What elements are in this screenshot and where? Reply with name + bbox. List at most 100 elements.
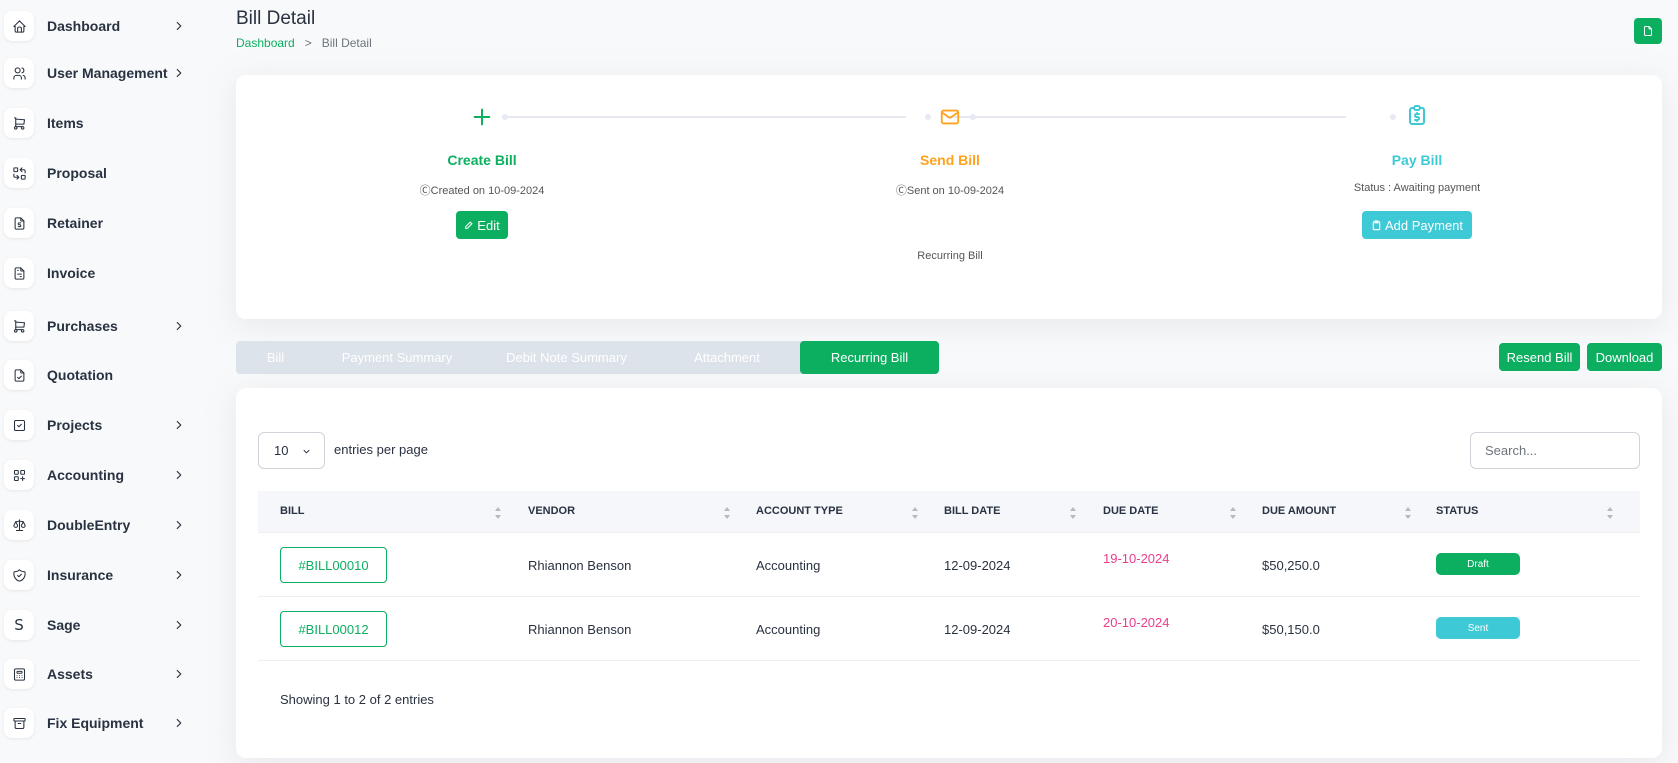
chevron-right-icon <box>172 319 186 333</box>
status-badge: Draft <box>1436 553 1520 575</box>
bill-tabs: Bill Payment Summary Debit Note Summary … <box>236 341 939 374</box>
sent-date: ⒸSent on 10-09-2024 <box>895 185 1005 197</box>
sidebar-item-assets[interactable]: Assets <box>0 654 200 694</box>
square-check-icon <box>4 410 34 440</box>
sidebar-item-accounting[interactable]: Accounting <box>0 455 200 495</box>
file-icon <box>1644 26 1652 36</box>
resend-bill-button[interactable]: Resend Bill <box>1499 343 1580 371</box>
sidebar-item-projects[interactable]: Projects <box>0 405 200 445</box>
due-amount-cell: $50,250.0 <box>1262 558 1320 573</box>
step-dot <box>970 114 976 120</box>
sidebar-item-fix-equipment[interactable]: Fix Equipment <box>0 703 200 743</box>
payment-status: Status : Awaiting payment <box>1353 182 1481 194</box>
sidebar-item-label: Purchases <box>47 318 118 334</box>
table-footer-info: Showing 1 to 2 of 2 entries <box>280 692 434 707</box>
sidebar-item-label: Quotation <box>47 367 114 383</box>
mail-icon <box>935 102 965 132</box>
add-payment-button[interactable]: Add Payment <box>1362 211 1472 239</box>
breadcrumb-dashboard-link[interactable]: Dashboard <box>236 36 295 50</box>
sidebar-item-invoice[interactable]: Invoice <box>0 253 200 293</box>
sort-icon[interactable] <box>1404 506 1412 520</box>
sort-icon[interactable] <box>911 506 919 520</box>
sidebar-item-label: Fix Equipment <box>47 715 144 731</box>
sidebar-item-quotation[interactable]: Quotation <box>0 355 200 395</box>
due-date-cell: 20-10-2024 <box>1103 615 1170 630</box>
chevron-right-icon <box>172 618 186 632</box>
bill-number-button[interactable]: #BILL00012 <box>280 611 387 647</box>
sidebar-item-purchases[interactable]: Purchases <box>0 306 200 346</box>
sidebar-item-label: DoubleEntry <box>47 517 131 533</box>
shield-check-icon <box>4 560 34 590</box>
sidebar: Dashboard User Management Items Proposal… <box>0 0 200 763</box>
sidebar-item-sage[interactable]: S Sage <box>0 605 200 645</box>
file-check-icon <box>4 360 34 390</box>
bill-date-cell: 12-09-2024 <box>944 622 1011 637</box>
calculator-icon <box>4 659 34 689</box>
step-dot <box>502 114 508 120</box>
account-type-cell: Accounting <box>756 622 821 637</box>
column-header-bill-date[interactable]: BILL DATE <box>944 505 1000 517</box>
sidebar-item-doubleentry[interactable]: DoubleEntry <box>0 505 200 545</box>
sidebar-item-user-management[interactable]: User Management <box>0 53 200 93</box>
chevron-right-icon <box>172 19 186 33</box>
add-payment-label: Add Payment <box>1384 217 1464 233</box>
column-header-vendor[interactable]: VENDOR <box>528 505 575 517</box>
step-dot <box>925 114 931 120</box>
column-header-bill[interactable]: BILL <box>280 505 304 517</box>
sidebar-item-proposal[interactable]: Proposal <box>0 153 200 193</box>
sidebar-item-label: Dashboard <box>47 18 121 34</box>
table-row: #BILL00010 Rhiannon Benson Accounting 12… <box>258 533 1640 597</box>
tab-recurring-bill[interactable]: Recurring Bill <box>800 341 939 374</box>
search-input[interactable] <box>1470 432 1640 469</box>
tab-bill[interactable]: Bill <box>236 341 315 374</box>
sidebar-item-label: Projects <box>47 417 103 433</box>
sidebar-item-items[interactable]: Items <box>0 103 200 143</box>
column-header-status[interactable]: STATUS <box>1436 505 1478 517</box>
sort-icon[interactable] <box>723 506 731 520</box>
file-dollar-icon <box>4 208 34 238</box>
bill-date-cell: 12-09-2024 <box>944 558 1011 573</box>
download-button[interactable]: Download <box>1587 343 1662 371</box>
column-header-due-date[interactable]: DUE DATE <box>1103 505 1158 517</box>
export-document-button[interactable] <box>1634 18 1662 44</box>
sidebar-item-retainer[interactable]: Retainer <box>0 203 200 243</box>
scale-icon <box>4 510 34 540</box>
sort-icon[interactable] <box>1229 506 1237 520</box>
sidebar-item-label: Assets <box>47 666 93 682</box>
entries-per-page-select[interactable]: 10 <box>258 432 325 469</box>
create-bill-title: Create Bill <box>447 152 517 168</box>
column-header-account-type[interactable]: ACCOUNT TYPE <box>756 505 843 517</box>
replace-icon <box>4 158 34 188</box>
recurring-bill-note: Recurring Bill <box>917 250 983 262</box>
chevron-right-icon <box>172 418 186 432</box>
page-title: Bill Detail <box>236 8 316 29</box>
chevron-right-icon <box>172 518 186 532</box>
report-money-icon <box>1372 219 1381 230</box>
entries-per-page-label: entries per page <box>334 442 428 457</box>
vendor-cell: Rhiannon Benson <box>528 622 632 637</box>
bill-number-button[interactable]: #BILL00010 <box>280 547 387 583</box>
due-amount-cell: $50,150.0 <box>1262 622 1320 637</box>
sidebar-item-insurance[interactable]: Insurance <box>0 555 200 595</box>
sort-icon[interactable] <box>494 506 502 520</box>
tab-payment-summary[interactable]: Payment Summary <box>315 341 479 374</box>
archive-icon <box>4 708 34 738</box>
sort-icon[interactable] <box>1069 506 1077 520</box>
entries-value: 10 <box>274 443 289 458</box>
sort-icon[interactable] <box>1606 506 1614 520</box>
cart-icon <box>4 108 34 138</box>
sidebar-item-dashboard[interactable]: Dashboard <box>0 6 200 46</box>
pay-bill-title: Pay Bill <box>1391 152 1443 168</box>
table-row: #BILL00012 Rhiannon Benson Accounting 12… <box>258 597 1640 661</box>
tab-debit-note-summary[interactable]: Debit Note Summary <box>479 341 654 374</box>
column-header-due-amount[interactable]: DUE AMOUNT <box>1262 505 1336 517</box>
edit-button[interactable]: Edit <box>456 211 508 239</box>
edit-button-label: Edit <box>477 217 500 233</box>
sidebar-item-label: Retainer <box>47 215 104 231</box>
tab-attachment[interactable]: Attachment <box>654 341 800 374</box>
sidebar-item-label: Items <box>47 115 84 131</box>
account-type-cell: Accounting <box>756 558 821 573</box>
step-connector <box>946 116 1346 118</box>
step-connector <box>506 116 906 118</box>
shopping-cart-icon <box>4 311 34 341</box>
